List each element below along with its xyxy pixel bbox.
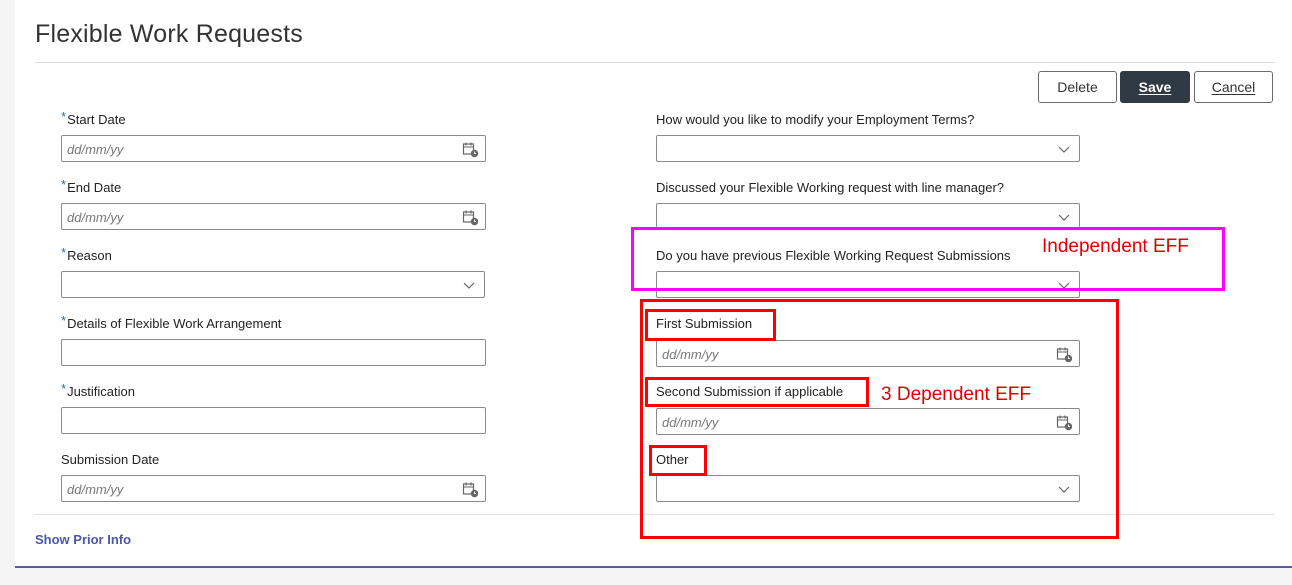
discussed-label: Discussed your Flexible Working request … [656, 180, 1005, 195]
chevron-down-icon[interactable] [1058, 144, 1070, 154]
required-indicator: * [61, 313, 67, 328]
other-highlight [649, 445, 707, 476]
dependent-eff-annotation: 3 Dependent EFF [881, 384, 1031, 405]
cancel-button[interactable]: Cancel [1194, 71, 1273, 103]
calendar-icon[interactable] [462, 141, 479, 158]
show-prior-info-link[interactable]: Show Prior Info [35, 532, 131, 547]
delete-button[interactable]: Delete [1038, 71, 1117, 103]
calendar-icon[interactable] [462, 209, 479, 226]
second-submission-highlight [645, 377, 869, 407]
modify-terms-select[interactable] [656, 135, 1080, 162]
first-submission-highlight [645, 309, 776, 341]
required-indicator: * [61, 177, 67, 192]
independent-eff-annotation: Independent EFF [1042, 236, 1189, 257]
chevron-down-icon[interactable] [463, 280, 475, 290]
bottom-divider [15, 566, 1292, 568]
end-date-field[interactable]: dd/mm/yy [61, 203, 486, 230]
submission-date-field[interactable]: dd/mm/yy [61, 475, 486, 502]
save-button[interactable]: Save [1120, 71, 1190, 103]
reason-label: *Reason [61, 245, 112, 263]
start-date-label: *Start Date [61, 109, 126, 127]
chevron-down-icon[interactable] [1058, 212, 1070, 222]
title-divider [35, 62, 1275, 63]
page-title: Flexible Work Requests [35, 20, 303, 48]
start-date-placeholder: dd/mm/yy [67, 142, 124, 157]
justification-input[interactable] [61, 407, 486, 434]
modify-terms-label: How would you like to modify your Employ… [656, 112, 975, 127]
discussed-select[interactable] [656, 203, 1080, 230]
start-date-field[interactable]: dd/mm/yy [61, 135, 486, 162]
end-date-label: *End Date [61, 177, 122, 195]
details-label: *Details of Flexible Work Arrangement [61, 313, 282, 331]
required-indicator: * [61, 381, 67, 396]
justification-label: *Justification [61, 381, 135, 399]
required-indicator: * [61, 109, 67, 124]
submission-date-label: Submission Date [61, 452, 160, 467]
required-indicator: * [61, 245, 67, 260]
reason-select[interactable] [61, 271, 485, 298]
calendar-icon[interactable] [462, 481, 479, 498]
submission-date-placeholder: dd/mm/yy [67, 482, 124, 497]
end-date-placeholder: dd/mm/yy [67, 210, 124, 225]
details-input[interactable] [61, 339, 486, 366]
